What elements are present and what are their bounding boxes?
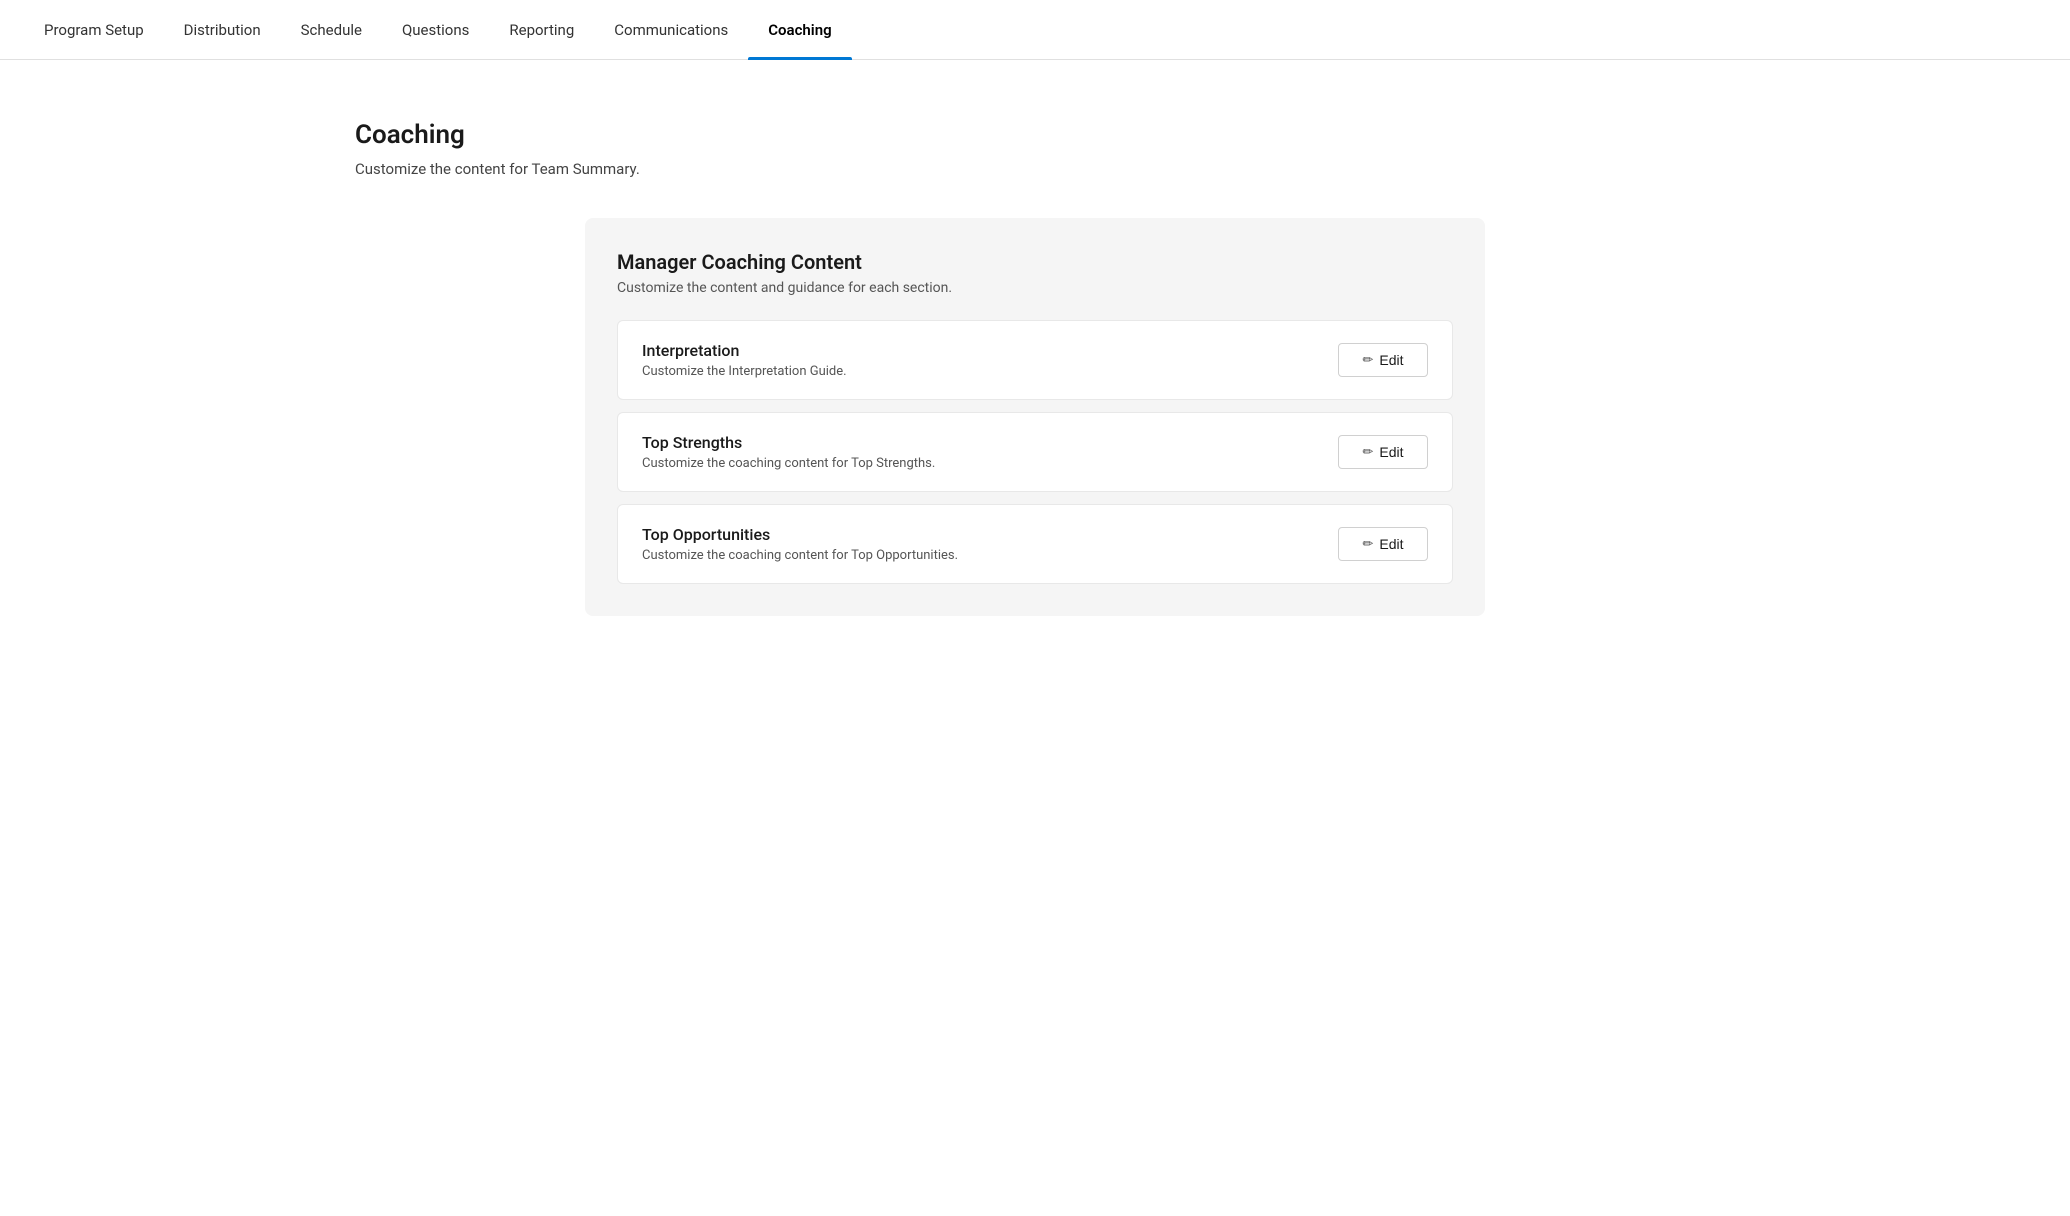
section-title-interpretation: Interpretation (642, 341, 1338, 360)
edit-label-top-strengths: Edit (1379, 444, 1403, 460)
nav-item-communications[interactable]: Communications (594, 0, 748, 60)
section-title-top-opportunities: Top Opportunities (642, 525, 1338, 544)
sections-container: Interpretation Customize the Interpretati… (617, 320, 1453, 584)
nav-item-coaching[interactable]: Coaching (748, 0, 851, 60)
nav-item-questions[interactable]: Questions (382, 0, 489, 60)
edit-button-interpretation[interactable]: ✏ Edit (1338, 343, 1428, 377)
page-subtitle: Customize the content for Team Summary. (355, 160, 1715, 178)
section-desc-top-opportunities: Customize the coaching content for Top O… (642, 548, 1338, 563)
section-info-top-opportunities: Top Opportunities Customize the coaching … (642, 525, 1338, 563)
section-item-top-strengths: Top Strengths Customize the coaching cont… (617, 412, 1453, 492)
section-info-top-strengths: Top Strengths Customize the coaching cont… (642, 433, 1338, 471)
section-item-top-opportunities: Top Opportunities Customize the coaching … (617, 504, 1453, 584)
nav-item-distribution[interactable]: Distribution (164, 0, 281, 60)
coaching-card: Manager Coaching Content Customize the c… (585, 218, 1485, 616)
edit-icon-interpretation: ✏ (1362, 352, 1373, 368)
edit-label-interpretation: Edit (1379, 352, 1403, 368)
nav-item-reporting[interactable]: Reporting (489, 0, 594, 60)
nav-item-schedule[interactable]: Schedule (281, 0, 382, 60)
page-title: Coaching (355, 120, 1715, 150)
main-content: Coaching Customize the content for Team … (315, 60, 1755, 656)
section-title-top-strengths: Top Strengths (642, 433, 1338, 452)
section-desc-interpretation: Customize the Interpretation Guide. (642, 364, 1338, 379)
section-desc-top-strengths: Customize the coaching content for Top S… (642, 456, 1338, 471)
card-subtitle: Customize the content and guidance for e… (617, 280, 1453, 296)
section-info-interpretation: Interpretation Customize the Interpretati… (642, 341, 1338, 379)
nav-item-program-setup[interactable]: Program Setup (24, 0, 164, 60)
edit-button-top-strengths[interactable]: ✏ Edit (1338, 435, 1428, 469)
card-title: Manager Coaching Content (617, 250, 1453, 274)
edit-icon-top-strengths: ✏ (1362, 444, 1373, 460)
edit-label-top-opportunities: Edit (1379, 536, 1403, 552)
edit-icon-top-opportunities: ✏ (1362, 536, 1373, 552)
page-wrapper: Program SetupDistributionScheduleQuestio… (0, 0, 2070, 1216)
edit-button-top-opportunities[interactable]: ✏ Edit (1338, 527, 1428, 561)
section-item-interpretation: Interpretation Customize the Interpretati… (617, 320, 1453, 400)
nav-bar: Program SetupDistributionScheduleQuestio… (0, 0, 2070, 60)
